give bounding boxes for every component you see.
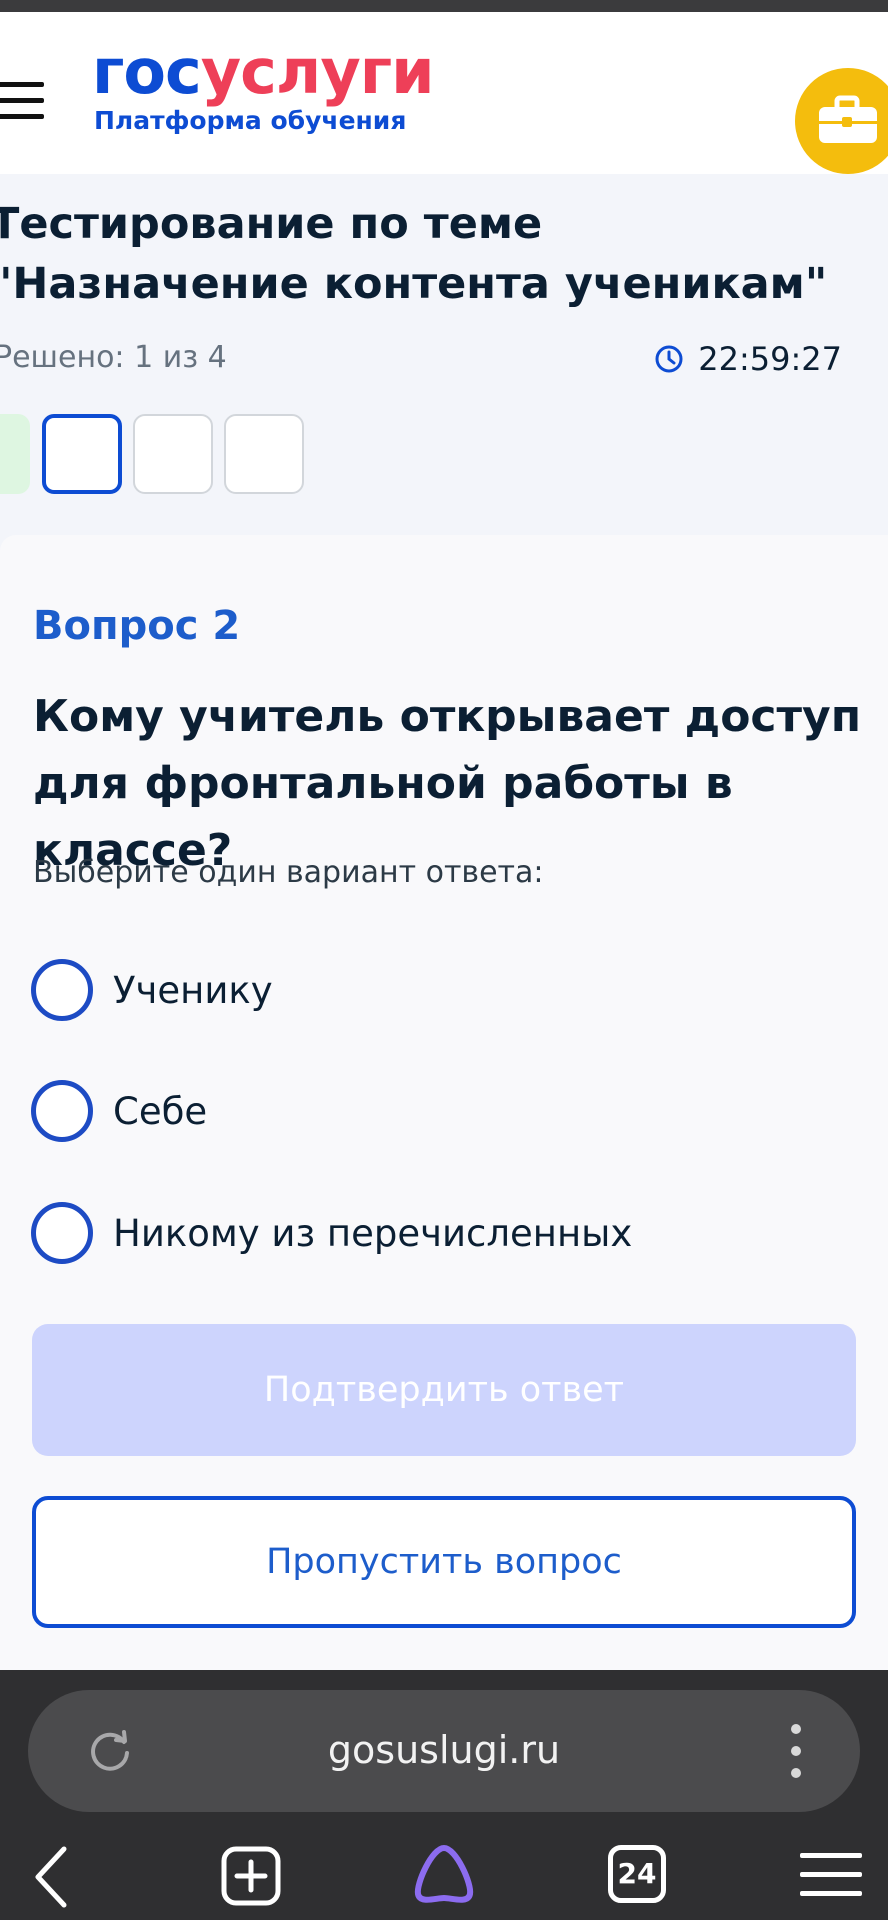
answer-option-label: Себе: [113, 1089, 208, 1133]
skip-question-button[interactable]: Пропустить вопрос: [32, 1496, 856, 1628]
logo-part-uslugi: услуги: [200, 35, 435, 108]
confirm-answer-button[interactable]: Подтвердить ответ: [32, 1324, 856, 1456]
hamburger-icon[interactable]: [800, 1853, 862, 1897]
site-header: госуслуги Платформа обучения: [0, 12, 888, 174]
plus-square-icon[interactable]: [220, 1845, 282, 1907]
radio-button[interactable]: [31, 1080, 93, 1142]
alice-icon[interactable]: [410, 1842, 478, 1906]
question-step-3[interactable]: [133, 414, 213, 494]
radio-button[interactable]: [31, 959, 93, 1021]
clock-icon: [655, 345, 683, 373]
question-number: Вопрос 2: [33, 603, 241, 649]
hamburger-icon[interactable]: [0, 78, 46, 122]
test-title: Тестирование по теме "Назначение контент…: [0, 199, 828, 309]
question-card: Вопрос 2 Кому учитель открывает доступ д…: [0, 535, 888, 1670]
logo-wordmark: госуслуги: [92, 40, 435, 104]
solved-counter: Решено: 1 из 4: [0, 340, 227, 375]
chevron-left-icon[interactable]: [30, 1845, 74, 1909]
question-step-4[interactable]: [224, 414, 304, 494]
answer-option[interactable]: Никому из перечисленных: [31, 1201, 632, 1265]
more-vertical-icon[interactable]: [786, 1720, 806, 1782]
briefcase-button[interactable]: [795, 68, 888, 174]
question-text: Кому учитель открывает доступ для фронта…: [33, 691, 862, 876]
address-bar[interactable]: gosuslugi.ru: [28, 1690, 860, 1812]
answer-option-label: Никому из перечисленных: [113, 1211, 633, 1255]
timer-text: 22:59:27: [698, 340, 842, 378]
logo-subtitle: Платформа обучения: [94, 106, 407, 135]
answer-option[interactable]: Себе: [31, 1079, 207, 1143]
browser-toolbar: gosuslugi.ru 24: [0, 1670, 888, 1920]
tabs-count-icon[interactable]: 24: [608, 1845, 666, 1903]
answer-option-label: Ученику: [113, 968, 273, 1012]
question-step-1[interactable]: [0, 414, 30, 494]
question-hint: Выберите один вариант ответа:: [33, 855, 544, 890]
briefcase-icon: [819, 95, 877, 143]
logo-part-gos: гос: [92, 35, 202, 108]
timer: 22:59:27: [654, 340, 842, 378]
url-text[interactable]: gosuslugi.ru: [28, 1728, 860, 1772]
page: госуслуги Платформа обучения Тестировани…: [0, 0, 888, 1920]
answer-option[interactable]: Ученику: [31, 958, 273, 1022]
status-bar-strip: [0, 0, 888, 12]
tabs-count: 24: [617, 1857, 657, 1890]
question-step-2[interactable]: [42, 414, 122, 494]
gosuslugi-logo[interactable]: госуслуги Платформа обучения: [92, 40, 435, 136]
radio-button[interactable]: [31, 1202, 93, 1264]
